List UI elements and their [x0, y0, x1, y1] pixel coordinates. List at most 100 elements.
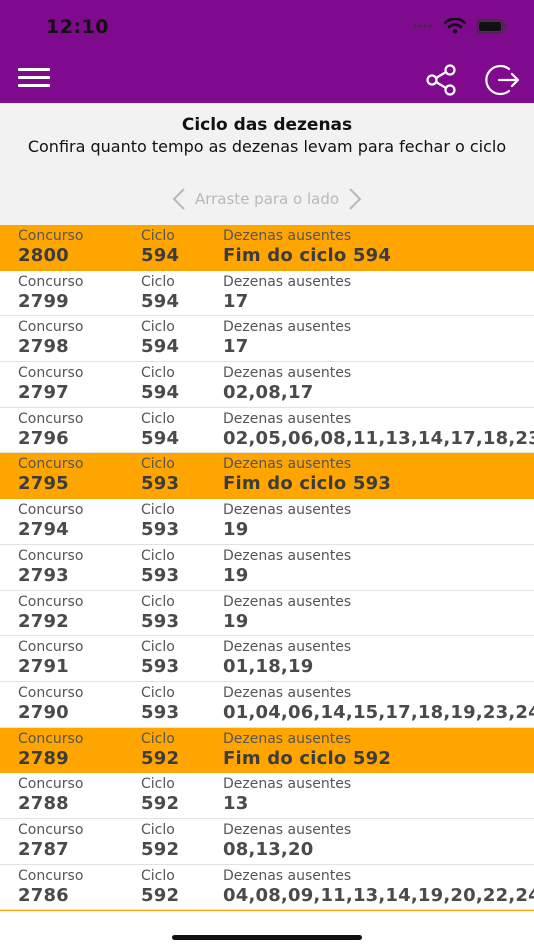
table-row[interactable]: Concurso 2792 Ciclo 593 Dezenas ausentes 19	[0, 590, 534, 637]
concurso-cell: Concurso 2795	[18, 456, 83, 494]
cycle-end-row[interactable]: Concurso 2795 Ciclo 593 Dezenas ausentes Fim …	[0, 453, 534, 500]
concurso-value: 2793	[18, 564, 69, 586]
concurso-value: 2790	[18, 701, 69, 723]
concurso-cell: Concurso 2796	[18, 411, 83, 449]
dezenas-label: Dezenas ausentes	[223, 547, 352, 564]
dezenas-label: Dezenas ausentes	[223, 410, 352, 427]
ciclo-value: 594	[141, 245, 180, 266]
concurso-value: 2792	[18, 610, 69, 632]
status-time: 12:10	[46, 16, 109, 38]
concurso-value: 2786	[18, 884, 69, 906]
ciclo-label: Ciclo	[141, 456, 175, 473]
concurso-label: Concurso	[18, 365, 84, 382]
chevron-left-icon	[172, 188, 185, 210]
dezenas-value: Fim do ciclo 594	[223, 245, 392, 266]
dezenas-cell: Dezenas ausentes 19	[223, 502, 351, 540]
signal-icon	[413, 24, 432, 28]
ciclo-value: 593	[141, 610, 180, 632]
dezenas-cell: Dezenas ausentes 04,08,09,11,13,14,19,20,…	[223, 868, 534, 906]
ciclo-label: Ciclo	[141, 228, 175, 244]
concurso-value: 2794	[18, 519, 69, 541]
table-row[interactable]: Concurso 2797 Ciclo 594 Dezenas ausentes 02,0…	[0, 362, 534, 408]
page-subtitle: Confira quanto tempo as dezenas levam pa…	[27, 137, 507, 156]
concurso-label: Concurso	[18, 593, 84, 610]
logout-icon[interactable]	[485, 63, 521, 97]
table-row[interactable]: Concurso 2794 Ciclo 593 Dezenas ausentes 19	[0, 499, 534, 545]
dezenas-value: Fim do ciclo 592	[223, 747, 392, 769]
ciclo-cell: Ciclo 593	[141, 456, 179, 494]
ciclo-cell: Ciclo 594	[141, 274, 179, 312]
concurso-cell: Concurso 2793	[18, 548, 83, 586]
ciclo-label: Ciclo	[141, 593, 175, 610]
cycle-end-row[interactable]: Concurso 2789 Ciclo 592 Dezenas ausentes Fim …	[0, 727, 534, 774]
dezenas-label: Dezenas ausentes	[223, 684, 352, 701]
ciclo-value: 593	[141, 656, 180, 678]
ciclo-label: Ciclo	[141, 639, 175, 656]
dezenas-value: 13	[223, 793, 249, 815]
table-row[interactable]: Concurso 2799 Ciclo 594 Dezenas ausentes 17	[0, 270, 534, 317]
concurso-cell: Concurso 2798	[18, 319, 83, 357]
ciclo-value: 594	[141, 336, 180, 358]
wifi-icon	[444, 18, 466, 34]
concurso-value: 2797	[18, 382, 69, 404]
concurso-label: Concurso	[18, 273, 84, 290]
ciclo-label: Ciclo	[141, 502, 175, 519]
menu-button[interactable]	[18, 68, 50, 88]
table-row[interactable]: Concurso 2787 Ciclo 592 Dezenas ausentes 08,1…	[0, 818, 534, 865]
dezenas-cell: Dezenas ausentes Fim do ciclo 592	[223, 731, 391, 769]
ciclo-value: 594	[141, 427, 180, 449]
concurso-label: Concurso	[18, 639, 84, 656]
dezenas-value: 19	[223, 610, 249, 632]
cycle-end-row[interactable]: Concurso 2800 Ciclo 594 Dezenas ausentes Fim …	[0, 225, 534, 271]
dezenas-label: Dezenas ausentes	[223, 502, 352, 519]
table-row[interactable]: Concurso 2788 Ciclo 592 Dezenas ausentes 13	[0, 773, 534, 819]
table-row[interactable]: Concurso 2786 Ciclo 592 Dezenas ausentes 04,0…	[0, 864, 534, 911]
table-row[interactable]: Concurso 2798 Ciclo 594 Dezenas ausentes 17	[0, 316, 534, 363]
ciclo-value: 594	[141, 290, 180, 312]
concurso-label: Concurso	[18, 547, 84, 564]
concurso-label: Concurso	[18, 319, 84, 336]
concurso-label: Concurso	[18, 730, 84, 747]
ciclo-cell: Ciclo 594	[141, 365, 179, 403]
concurso-cell: Concurso 2789	[18, 731, 83, 769]
concurso-value: 2796	[18, 427, 69, 449]
ciclo-cell: Ciclo 593	[141, 594, 179, 632]
dezenas-cell: Dezenas ausentes 01,04,06,14,15,17,18,19,…	[223, 685, 534, 723]
dezenas-label: Dezenas ausentes	[223, 639, 352, 656]
concurso-cell: Concurso 2787	[18, 822, 83, 860]
ciclo-value: 594	[141, 382, 180, 404]
table-row[interactable]: Concurso 2790 Ciclo 593 Dezenas ausentes 01,0…	[0, 681, 534, 728]
concurso-value: 2795	[18, 473, 69, 495]
table-row[interactable]: Concurso 2793 Ciclo 593 Dezenas ausentes 19	[0, 544, 534, 591]
ciclo-cell: Ciclo 592	[141, 776, 179, 814]
ciclo-cell: Ciclo 592	[141, 822, 179, 860]
dezenas-cell: Dezenas ausentes 17	[223, 274, 351, 312]
swipe-hint[interactable]: Arraste para o lado	[0, 187, 534, 211]
dezenas-cell: Dezenas ausentes 13	[223, 776, 351, 814]
ciclo-value: 593	[141, 473, 180, 495]
dezenas-value: 04,08,09,11,13,14,19,20,22,24	[223, 884, 534, 906]
table-row[interactable]: Concurso 2796 Ciclo 594 Dezenas ausentes 02,0…	[0, 407, 534, 454]
table-row[interactable]: Concurso 2791 Ciclo 593 Dezenas ausentes 01,1…	[0, 636, 534, 682]
concurso-value: 2799	[18, 290, 69, 312]
ciclo-value: 592	[141, 793, 180, 815]
concurso-cell: Concurso 2797	[18, 365, 83, 403]
concurso-cell: Concurso 2790	[18, 685, 83, 723]
concurso-label: Concurso	[18, 502, 84, 519]
ciclo-label: Ciclo	[141, 273, 175, 290]
ciclo-value: 593	[141, 701, 180, 723]
share-icon[interactable]	[424, 64, 458, 96]
concurso-label: Concurso	[18, 456, 84, 473]
concurso-value: 2788	[18, 793, 69, 815]
dezenas-value: 19	[223, 564, 249, 586]
chevron-right-icon	[349, 188, 362, 210]
home-indicator[interactable]	[172, 935, 362, 940]
cycle-list[interactable]: Concurso 2800 Ciclo 594 Dezenas ausentes Fim …	[0, 225, 534, 911]
dezenas-value: 02,08,17	[223, 382, 314, 404]
dezenas-label: Dezenas ausentes	[223, 456, 352, 473]
ciclo-label: Ciclo	[141, 821, 175, 838]
dezenas-value: Fim do ciclo 593	[223, 473, 392, 495]
dezenas-label: Dezenas ausentes	[223, 365, 352, 382]
ciclo-label: Ciclo	[141, 684, 175, 701]
concurso-label: Concurso	[18, 684, 84, 701]
